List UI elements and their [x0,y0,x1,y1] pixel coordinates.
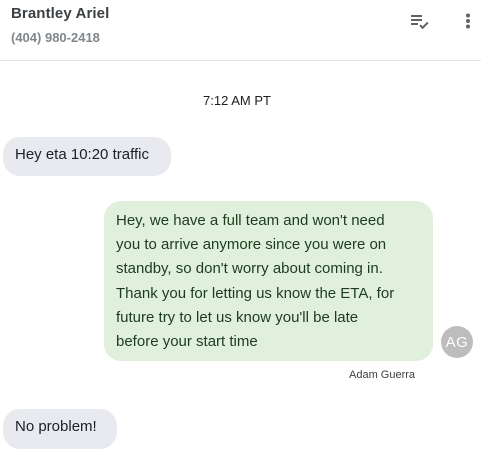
message-text-line: Thank you for letting us know the ETA, f… [116,284,395,302]
message-text-line: before your start time [116,333,258,351]
contact-name: Brantley Ariel [11,5,110,22]
outgoing-message[interactable]: Hey, we have a full team and won't need … [104,201,433,361]
message-text: No problem! [15,418,97,435]
conversation-header: Brantley Ariel (404) 980-2418 [0,0,481,61]
message-text-line: standby, so don't worry about coming in. [116,260,383,278]
message-text-line: you to arrive anymore since you were on [116,236,387,254]
message-timestamp: 7:12 AM PT [203,93,271,108]
sender-name: Adam Guerra [349,369,416,381]
contact-phone: (404) 980-2418 [11,30,100,45]
checklist-button[interactable] [407,8,433,34]
more-vert-icon [466,13,470,29]
message-text: Hey eta 10:20 traffic [15,146,149,163]
incoming-message[interactable]: No problem! [3,409,117,449]
checklist-icon [411,15,429,30]
sender-avatar: AG [441,326,473,358]
message-text-line: future try to let us know you'll be late [116,308,359,326]
more-options-button[interactable] [455,8,481,34]
message-text-line: Hey, we have a full team and won't need [116,212,385,229]
incoming-message[interactable]: Hey eta 10:20 traffic [3,137,171,176]
conversation-view: Brantley Ariel (404) 980-2418 7:12 AM PT… [0,0,481,465]
